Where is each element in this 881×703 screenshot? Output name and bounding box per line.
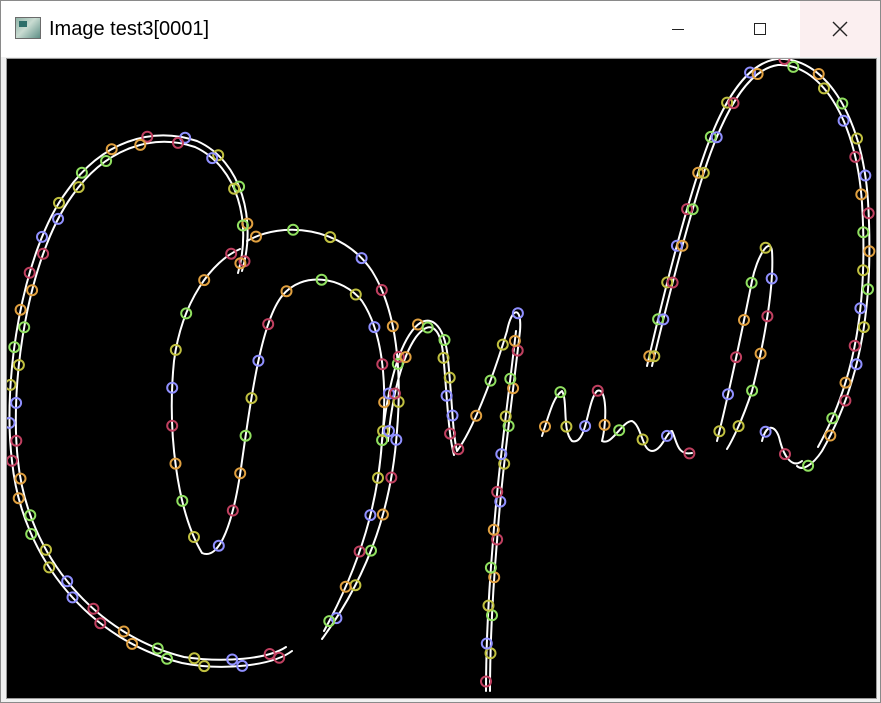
close-button[interactable]: [800, 1, 880, 57]
close-icon: [832, 21, 848, 37]
maximize-icon: [754, 23, 766, 35]
image-app-icon: [15, 17, 41, 39]
minimize-button[interactable]: [649, 1, 707, 57]
minimize-icon: [672, 28, 684, 30]
window-title: Image test3[0001]: [49, 18, 210, 40]
image-viewer-window: Image test3[0001]: [0, 0, 881, 703]
image-canvas[interactable]: [6, 58, 877, 699]
signature-image: [7, 59, 876, 698]
maximize-button[interactable]: [731, 1, 789, 57]
title-bar[interactable]: Image test3[0001]: [1, 1, 880, 57]
